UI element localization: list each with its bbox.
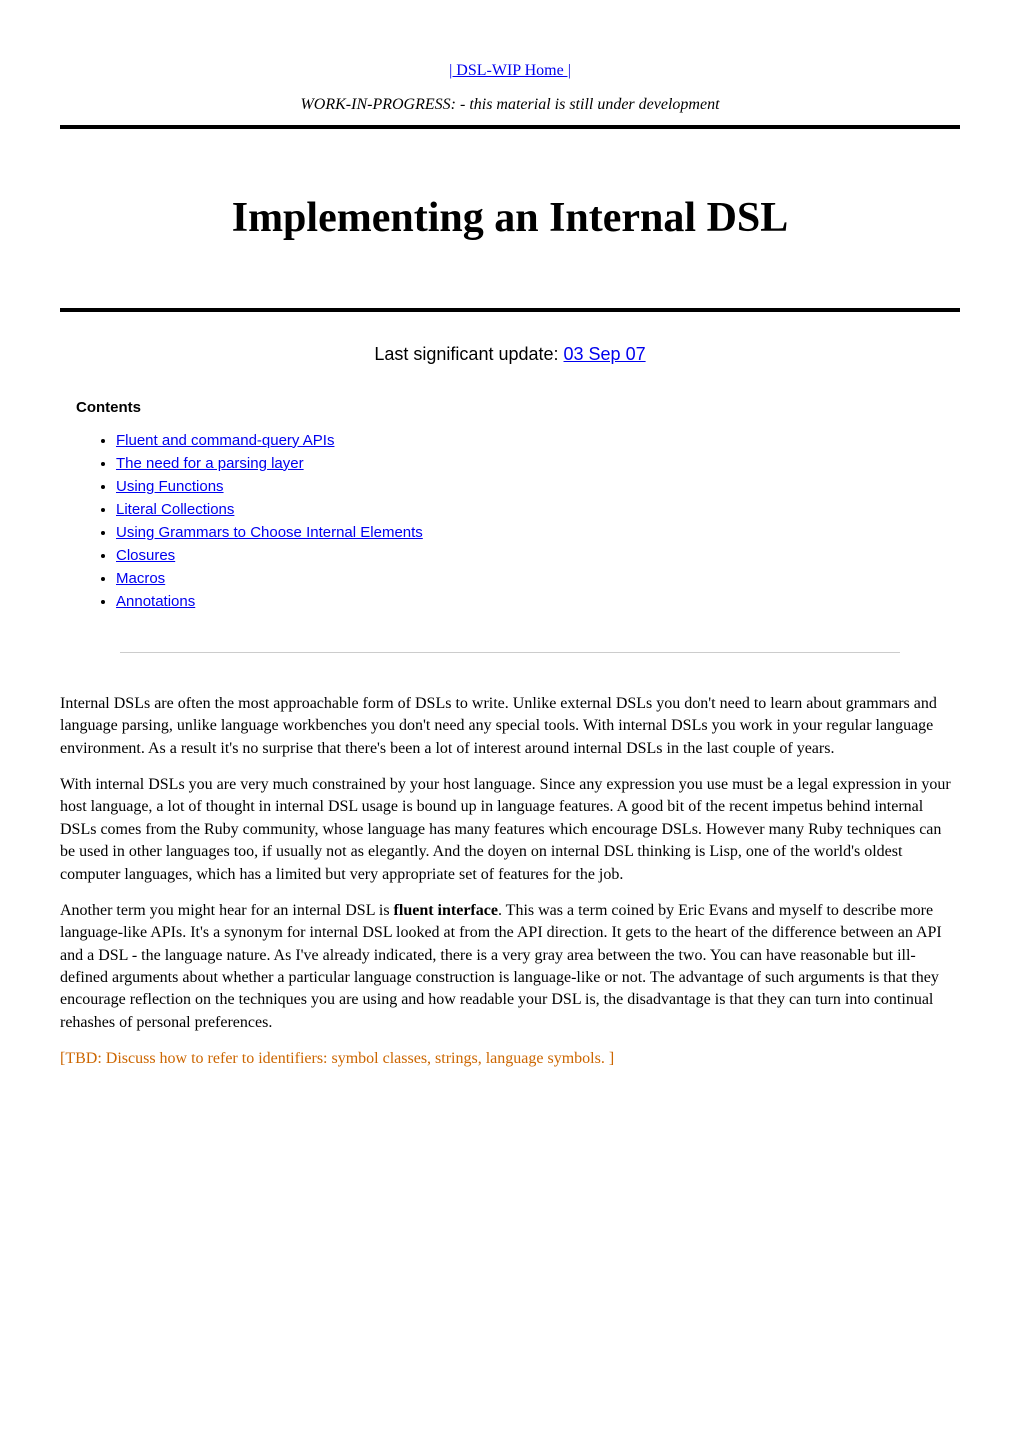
toc-link-fluent[interactable]: Fluent and command-query APIs	[116, 432, 334, 449]
toc-item: Using Functions	[116, 476, 496, 497]
toc-item: Using Grammars to Choose Internal Elemen…	[116, 522, 496, 543]
update-prefix: Last significant update:	[374, 344, 563, 364]
top-nav: | DSL-WIP Home |	[60, 60, 960, 82]
toc-link-literal[interactable]: Literal Collections	[116, 501, 234, 518]
wip-notice: WORK-IN-PROGRESS: - this material is sti…	[60, 94, 960, 116]
toc-link-functions[interactable]: Using Functions	[116, 478, 224, 495]
toc-link-annotations[interactable]: Annotations	[116, 593, 195, 610]
p3-post: . This was a term coined by Eric Evans a…	[60, 902, 942, 1031]
paragraph-3: Another term you might hear for an inter…	[60, 900, 960, 1034]
divider-top	[60, 125, 960, 129]
toc-item: Fluent and command-query APIs	[116, 430, 496, 451]
toc-link-parsing[interactable]: The need for a parsing layer	[116, 455, 304, 472]
toc-item: Literal Collections	[116, 499, 496, 520]
toc-list: Fluent and command-query APIs The need f…	[60, 430, 496, 612]
toc-item: Annotations	[116, 591, 496, 612]
toc-item: Closures	[116, 545, 496, 566]
toc-item: Macros	[116, 568, 496, 589]
paragraph-1: Internal DSLs are often the most approac…	[60, 693, 960, 760]
toc-link-closures[interactable]: Closures	[116, 547, 175, 564]
toc-link-macros[interactable]: Macros	[116, 570, 165, 587]
home-link[interactable]: | DSL-WIP Home |	[449, 62, 571, 79]
paragraph-2: With internal DSLs you are very much con…	[60, 774, 960, 886]
update-date-link[interactable]: 03 Sep 07	[564, 344, 646, 364]
p3-bold: fluent interface	[394, 902, 498, 919]
toc-item: The need for a parsing layer	[116, 453, 496, 474]
divider-after-title	[60, 308, 960, 312]
page-title: Implementing an Internal DSL	[60, 189, 960, 248]
tbd-note: [TBD: Discuss how to refer to identifier…	[60, 1048, 960, 1070]
toc-link-grammars[interactable]: Using Grammars to Choose Internal Elemen…	[116, 524, 423, 541]
divider-light	[120, 652, 900, 653]
update-line: Last significant update: 03 Sep 07	[60, 342, 960, 367]
p3-pre: Another term you might hear for an inter…	[60, 902, 394, 919]
contents-header: Contents	[76, 397, 960, 418]
